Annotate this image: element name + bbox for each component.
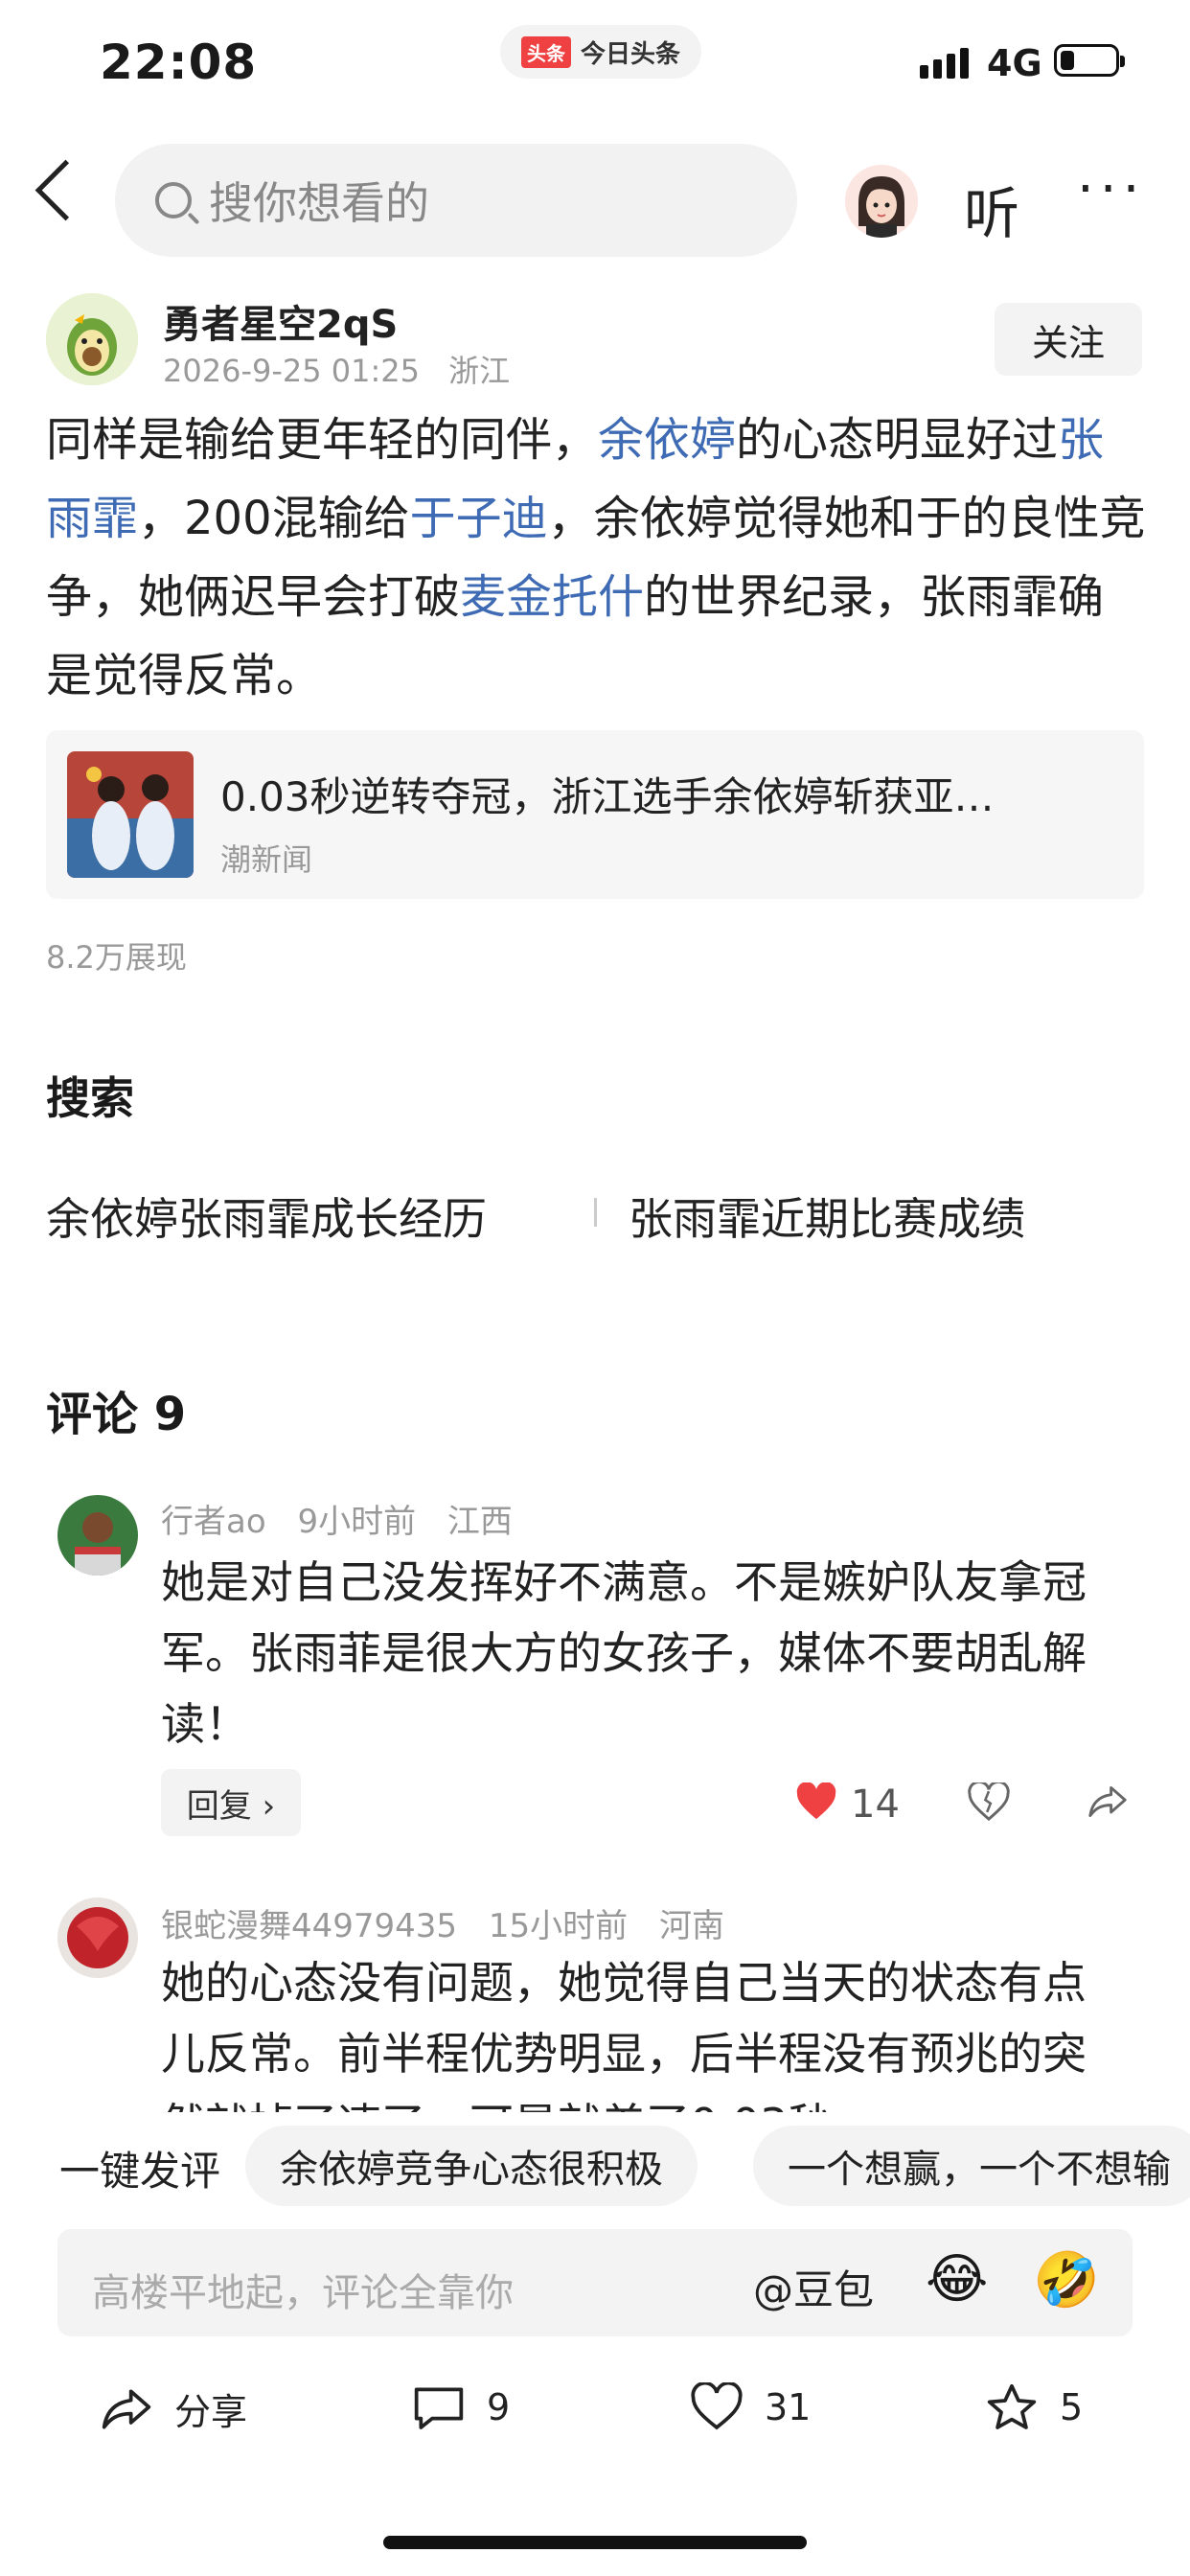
comment-action[interactable]: 9 <box>412 2382 510 2432</box>
search-input[interactable]: 搜你想看的 <box>115 144 797 257</box>
post-datetime: 2026-9-25 01:25 <box>163 353 420 389</box>
laugh-cry-emoji-icon[interactable]: 😂 <box>926 2248 988 2311</box>
back-icon[interactable] <box>34 159 97 221</box>
comment-share-icon[interactable] <box>1087 1782 1129 1825</box>
quick-comment-chip[interactable]: 一个想赢，一个不想输 <box>753 2126 1190 2206</box>
comment-text: 她是对自己没发挥好不满意。不是嫉妒队友拿冠军。张雨菲是很大方的女孩子，媒体不要胡… <box>161 1556 1087 1750</box>
search-placeholder: 搜你想看的 <box>209 177 429 229</box>
favorite-action[interactable]: 5 <box>985 2382 1083 2432</box>
home-indicator <box>383 2536 807 2549</box>
news-thumbnail <box>67 751 194 878</box>
network-type: 4G <box>987 42 1042 84</box>
share-label: 分享 <box>174 2391 248 2433</box>
follow-button[interactable]: 关注 <box>995 303 1142 376</box>
share-icon <box>102 2388 151 2429</box>
search-suggestion[interactable]: 张雨霏近期比赛成绩 <box>629 1184 1025 1248</box>
reply-button[interactable]: 回复 › <box>161 1769 301 1836</box>
app-indicator-pill[interactable]: 头条 今日头条 <box>500 25 702 79</box>
post-text-segment: 同样是输给更年轻的同伴， <box>46 413 599 467</box>
signal-icon <box>920 48 969 79</box>
listen-button[interactable]: 听 <box>964 169 1019 249</box>
dislike-heart-icon[interactable] <box>968 1780 1010 1825</box>
more-button[interactable]: ··· <box>1077 163 1145 217</box>
divider <box>594 1198 597 1227</box>
battery-icon <box>1054 44 1125 77</box>
app-badge: 头条 <box>521 35 571 68</box>
rofl-emoji-icon[interactable]: 🤣 <box>1033 2248 1100 2312</box>
favorite-count: 5 <box>1060 2386 1084 2428</box>
quick-comment-chip[interactable]: 余依婷竞争心态很积极 <box>245 2126 698 2206</box>
liked-heart-icon[interactable] <box>795 1782 837 1825</box>
like-action[interactable]: 31 <box>690 2382 811 2432</box>
comment-meta: 银蛇漫舞44979435 15小时前 河南 <box>161 1899 724 1946</box>
post-text: 同样是输给更年轻的同伴，余依婷的心态明显好过张雨霏，200混输给于子迪，余依婷觉… <box>46 401 1148 715</box>
news-source: 潮新闻 <box>220 841 313 878</box>
comment-avatar[interactable] <box>57 1495 138 1576</box>
status-time: 22:08 <box>100 34 258 90</box>
search-suggestion[interactable]: 余依婷张雨霏成长经历 <box>46 1184 487 1248</box>
doubao-mention-button[interactable]: @豆包 <box>753 2258 874 2316</box>
comment-location: 江西 <box>446 1503 513 1541</box>
app-name: 今日头条 <box>581 39 681 69</box>
post-text-segment: 的心态明显好过 <box>736 413 1059 467</box>
search-icon <box>155 182 192 218</box>
comment-count: 9 <box>487 2386 511 2428</box>
quick-comment-label: 一键发评 <box>59 2148 221 2195</box>
post-entity-link[interactable]: 余依婷 <box>598 413 736 467</box>
comment-meta: 行者ao 9小时前 江西 <box>161 1495 513 1542</box>
like-count: 31 <box>765 2386 812 2428</box>
comment-avatar[interactable] <box>57 1898 138 1978</box>
user-avatar[interactable] <box>845 165 918 238</box>
comment-location: 河南 <box>658 1907 724 1945</box>
author-meta: 2026-9-25 01:25 浙江 <box>163 347 510 391</box>
search-section-title: 搜索 <box>46 1072 134 1124</box>
comment-user[interactable]: 银蛇漫舞44979435 <box>161 1907 457 1945</box>
linked-news-card[interactable]: 0.03秒逆转夺冠，浙江选手余依婷斩获亚… 潮新闻 <box>46 730 1144 899</box>
post-entity-link[interactable]: 麦金托什 <box>460 570 644 624</box>
comment-user[interactable]: 行者ao <box>161 1503 266 1541</box>
author-name[interactable]: 勇者星空2qS <box>163 293 398 349</box>
heart-icon <box>691 2382 743 2430</box>
view-count: 8.2万展现 <box>46 939 187 976</box>
author-avatar[interactable] <box>46 293 138 385</box>
comment-input[interactable]: 高楼平地起，评论全靠你 @豆包 😂 🤣 <box>57 2229 1133 2336</box>
post-text-segment: ，200混输给 <box>138 492 410 545</box>
comment-time: 9小时前 <box>297 1503 417 1541</box>
comment-time: 15小时前 <box>488 1907 629 1945</box>
comments-title: 评论 9 <box>46 1388 187 1441</box>
star-icon <box>987 2383 1037 2429</box>
comment-like-count: 14 <box>851 1782 900 1827</box>
share-action[interactable]: 分享 <box>100 2382 247 2435</box>
comment-icon <box>414 2387 464 2429</box>
comment-placeholder: 高楼平地起，评论全靠你 <box>92 2271 514 2315</box>
post-entity-link[interactable]: 于子迪 <box>410 492 548 545</box>
news-title: 0.03秒逆转夺冠，浙江选手余依婷斩获亚… <box>220 773 995 820</box>
post-location: 浙江 <box>448 353 511 389</box>
